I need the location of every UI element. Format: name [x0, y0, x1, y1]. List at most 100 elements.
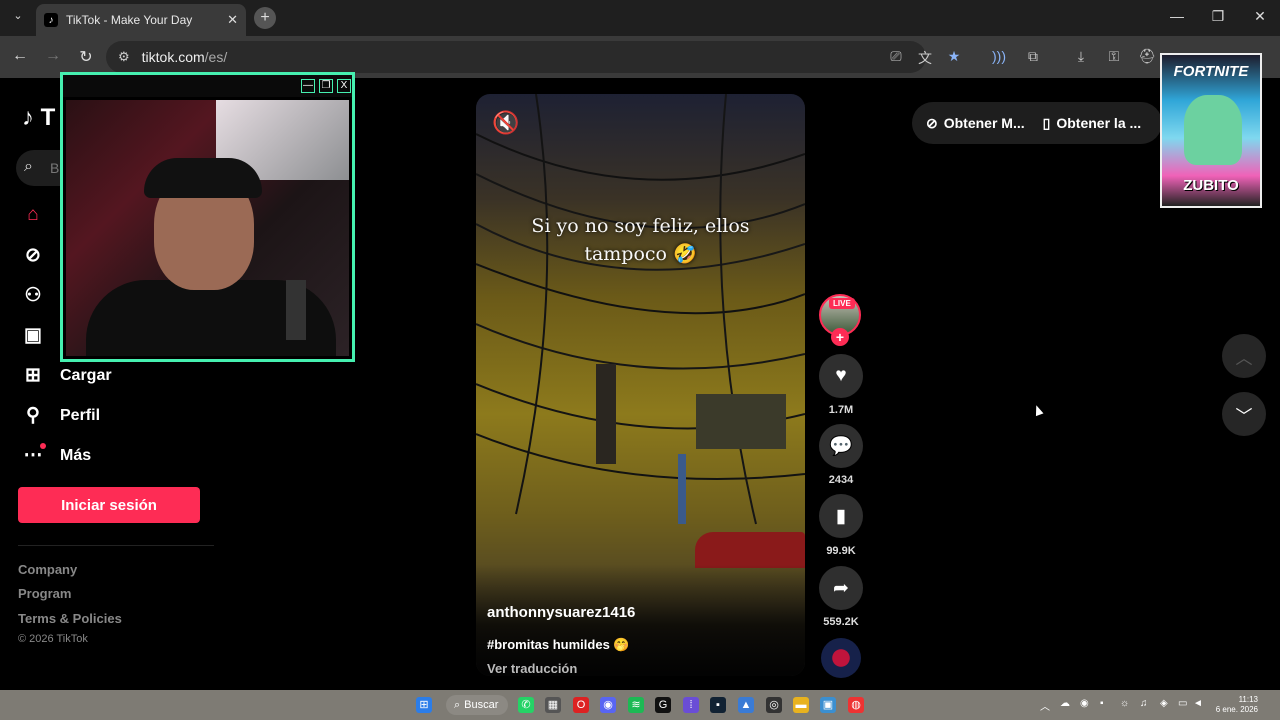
promo-label-2: Obtener la ... — [1056, 114, 1142, 131]
download-icon[interactable]: ⤓ — [1072, 48, 1090, 65]
app-g-icon[interactable]: G — [655, 697, 671, 713]
comment-count: 2434 — [828, 474, 854, 486]
webcam-titlebar: — ❐ X — [63, 75, 352, 97]
tray-brightness-icon[interactable]: ☼ — [1120, 698, 1129, 709]
get-mobile-app-button[interactable]: ▯ Obtener la ... — [1043, 115, 1142, 132]
minimize-icon[interactable]: — — [1167, 8, 1187, 24]
address-bar[interactable]: ⚙ tiktok.com/es/ — [106, 41, 926, 73]
reload-icon[interactable]: ↻ — [76, 47, 96, 67]
following-icon: ⚇ — [24, 285, 42, 306]
clock-date: 6 ene. 2026 — [1215, 705, 1258, 714]
divider — [18, 545, 214, 546]
restore-icon[interactable]: ❐ — [1208, 8, 1228, 25]
cam-close-icon[interactable]: X — [337, 79, 351, 93]
get-app-pill: ⊘ Obtener M... ▯ Obtener la ... — [912, 102, 1162, 144]
install-app-icon[interactable]: ⎚ — [887, 48, 905, 65]
screen: ⌄ ♪ TikTok - Make Your Day ✕ + — ❐ ✕ ← →… — [0, 0, 1280, 720]
footer-link-program[interactable]: Program — [18, 586, 71, 601]
discord-icon[interactable]: ◉ — [600, 697, 616, 713]
url-path: /es/ — [204, 49, 228, 65]
compass-icon: ⊘ — [25, 245, 41, 266]
cam-restore-icon[interactable]: ❐ — [319, 79, 333, 93]
nav-item-more[interactable]: ⋯ Más — [22, 444, 92, 467]
back-icon[interactable]: ← — [10, 47, 30, 65]
comment-button[interactable]: 💬 — [819, 424, 863, 468]
previous-video-button[interactable]: ︿ — [1222, 334, 1266, 378]
tray-volume-icon[interactable]: ◄ — [1193, 698, 1203, 709]
nav-item-home[interactable]: ⌂ — [22, 204, 60, 226]
chrome-icon[interactable]: ◍ — [848, 697, 864, 713]
chevron-up-icon: ︿ — [1235, 348, 1253, 368]
nav-item-profile[interactable]: ⚲ Perfil — [22, 404, 100, 427]
bookmark-icon: ▮ — [835, 505, 847, 527]
browser-tab[interactable]: ♪ TikTok - Make Your Day ✕ — [36, 4, 246, 36]
like-button[interactable]: ♥ — [819, 354, 863, 398]
extension-wave-icon[interactable]: ))) — [990, 48, 1008, 64]
save-count: 99.9K — [826, 545, 856, 557]
password-key-icon[interactable]: ⚿ — [1105, 48, 1123, 65]
close-tab-icon[interactable]: ✕ — [227, 12, 238, 28]
translate-link[interactable]: Ver traducción — [487, 661, 577, 676]
get-pc-app-button[interactable]: ⊘ Obtener M... — [926, 115, 1025, 132]
cam-minimize-icon[interactable]: — — [301, 79, 315, 93]
muted-speaker-icon[interactable]: 🔇 — [492, 110, 519, 136]
extensions-puzzle-icon[interactable]: ⧉ — [1024, 48, 1042, 65]
start-windows-icon[interactable]: ⊞ — [416, 697, 432, 713]
next-video-button[interactable]: ﹀ — [1222, 392, 1266, 436]
tray-network-icon[interactable]: ▭ — [1178, 698, 1187, 709]
nav-item-following[interactable]: ⚇ — [22, 284, 60, 307]
login-button[interactable]: Iniciar sesión — [18, 487, 200, 523]
nav-item-live[interactable]: ▣ — [22, 324, 60, 347]
site-info-icon[interactable]: ⚙ — [118, 49, 130, 65]
grid-app-icon[interactable]: ⁞ — [683, 697, 699, 713]
live-badge: LIVE — [829, 298, 855, 309]
new-tab-button[interactable]: + — [254, 7, 276, 29]
obs-icon[interactable]: ◎ — [766, 697, 782, 713]
taskbar-search[interactable]: ⌕ Buscar — [446, 695, 508, 715]
opera-icon[interactable]: O — [573, 697, 589, 713]
tray-security-icon[interactable]: ◈ — [1160, 698, 1168, 709]
tab-title: TikTok - Make Your Day — [66, 13, 193, 27]
share-button[interactable]: ➦ — [819, 566, 863, 610]
tray-mic-icon[interactable]: ♫ — [1140, 698, 1148, 709]
incognito-icon[interactable]: ⛑ — [1138, 48, 1156, 65]
store-icon[interactable]: ▦ — [545, 697, 561, 713]
save-button[interactable]: ▮ — [819, 494, 863, 538]
tiktok-logo[interactable]: ♪ T — [22, 104, 55, 132]
webcam-overlay: — ❐ X — [60, 72, 355, 362]
forward-icon[interactable]: → — [43, 47, 63, 65]
ad-title: FORTNITE — [1173, 63, 1249, 80]
comment-icon: 💬 — [829, 436, 853, 457]
tab-search-chevron-icon[interactable]: ⌄ — [8, 9, 28, 27]
search-icon: ⌕ — [24, 158, 33, 175]
photos-icon[interactable]: ▲ — [738, 697, 754, 713]
music-disc-icon[interactable] — [821, 638, 861, 678]
video-author[interactable]: anthonnysuarez1416 — [487, 604, 635, 621]
video-player[interactable]: 🔇 Si yo no soy feliz, ellos tampoco 🤣 an… — [476, 94, 805, 676]
tray-chevron-icon[interactable]: ︿ — [1040, 698, 1050, 713]
search-placeholder: B — [50, 160, 60, 176]
whatsapp-icon[interactable]: ✆ — [518, 697, 534, 713]
tray-app-icon[interactable]: ▪ — [1100, 698, 1104, 709]
taskbar-clock[interactable]: 11:13 6 ene. 2026 — [1208, 695, 1258, 715]
notification-dot — [40, 443, 46, 449]
nav-item-explore[interactable]: ⊘ — [22, 244, 60, 267]
chevron-down-icon: ﹀ — [1235, 406, 1253, 426]
spotify-icon[interactable]: ≋ — [628, 697, 644, 713]
follow-plus-button[interactable]: + — [831, 328, 849, 346]
bookmark-star-icon[interactable]: ★ — [945, 48, 963, 65]
translate-icon[interactable]: 文 — [916, 48, 934, 68]
tray-discord-icon[interactable]: ◉ — [1080, 698, 1089, 709]
heart-icon: ♥ — [835, 365, 847, 386]
terminal-app-icon[interactable]: ▪ — [710, 697, 726, 713]
nav-item-upload[interactable]: ⊞ Cargar — [22, 364, 112, 387]
ad-character — [1184, 95, 1242, 165]
video-description[interactable]: #bromitas humildes 🤭 — [487, 637, 630, 653]
windows-taskbar: ⊞ ⌕ Buscar ✆ ▦ O ◉ ≋ G ⁞ ▪ ▲ ◎ ▬ ▣ ◍ ︿ ☁ … — [0, 690, 1280, 720]
tray-cloud-icon[interactable]: ☁ — [1060, 698, 1070, 709]
close-window-icon[interactable]: ✕ — [1250, 8, 1270, 25]
file-explorer-icon[interactable]: ▬ — [793, 697, 809, 713]
footer-link-company[interactable]: Company — [18, 562, 77, 577]
capture-icon[interactable]: ▣ — [820, 697, 836, 713]
footer-link-terms[interactable]: Terms & Policies — [18, 611, 122, 626]
